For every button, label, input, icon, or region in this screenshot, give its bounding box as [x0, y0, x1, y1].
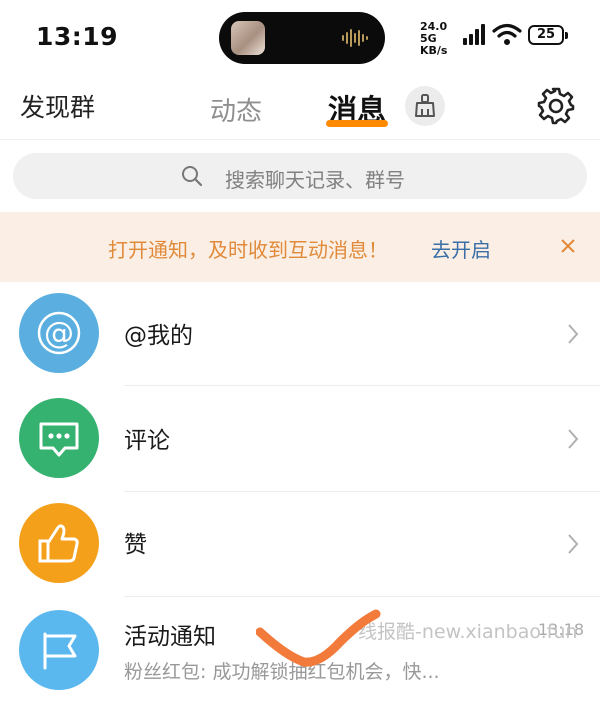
status-bar: 13:19 24.0 5G KB/s 25 [0, 0, 600, 72]
flag-icon [19, 610, 99, 690]
active-tab-indicator [326, 120, 388, 127]
chevron-right-icon [568, 324, 579, 344]
cellular-signal-icon [463, 24, 485, 45]
battery-indicator: 25 [528, 25, 568, 45]
clear-unread-button[interactable] [405, 86, 445, 126]
item-title: @我的 [124, 323, 193, 349]
watermark: 线报酷-new.xianbao.fun [358, 621, 578, 643]
status-time: 13:19 [36, 22, 119, 51]
svg-text:@: @ [44, 316, 74, 351]
network-speed: 24.0 5G KB/s [420, 21, 462, 57]
top-nav: 发现群 动态 消息 [0, 72, 600, 140]
chevron-right-icon [568, 429, 579, 449]
list-item-likes[interactable]: 赞 [0, 491, 600, 597]
dynamic-island[interactable] [219, 12, 385, 64]
at-icon: @ [19, 293, 99, 373]
item-title: 评论 [124, 428, 170, 454]
discover-groups-link[interactable]: 发现群 [20, 88, 95, 124]
search-bar[interactable]: 搜索聊天记录、群号 [13, 153, 587, 199]
chevron-right-icon [568, 534, 579, 554]
comment-icon [19, 398, 99, 478]
audio-wave-icon [342, 29, 368, 47]
thumbs-up-icon [19, 503, 99, 583]
broom-icon [415, 94, 435, 117]
tab-dynamic[interactable]: 动态 [210, 91, 262, 128]
list-item-comments[interactable]: 评论 [0, 386, 600, 492]
scribble-overlay [256, 609, 381, 667]
album-art-thumbnail [231, 21, 265, 55]
wifi-icon [492, 23, 522, 45]
network-speed-unit: KB/s [420, 44, 448, 57]
close-icon[interactable] [558, 236, 578, 256]
settings-gear-icon[interactable] [536, 86, 576, 126]
search-placeholder: 搜索聊天记录、群号 [225, 168, 405, 192]
item-title: 活动通知 [124, 624, 216, 650]
network-speed-value: 24.0 5G [420, 20, 448, 45]
list-item-mentions[interactable]: @ @我的 [0, 280, 600, 386]
search-icon [182, 166, 203, 187]
enable-notifications-link[interactable]: 去开启 [431, 234, 491, 263]
notification-banner: 打开通知，及时收到互动消息！ 去开启 [0, 212, 600, 282]
item-title: 赞 [124, 532, 147, 558]
banner-message: 打开通知，及时收到互动消息！ [108, 238, 388, 262]
